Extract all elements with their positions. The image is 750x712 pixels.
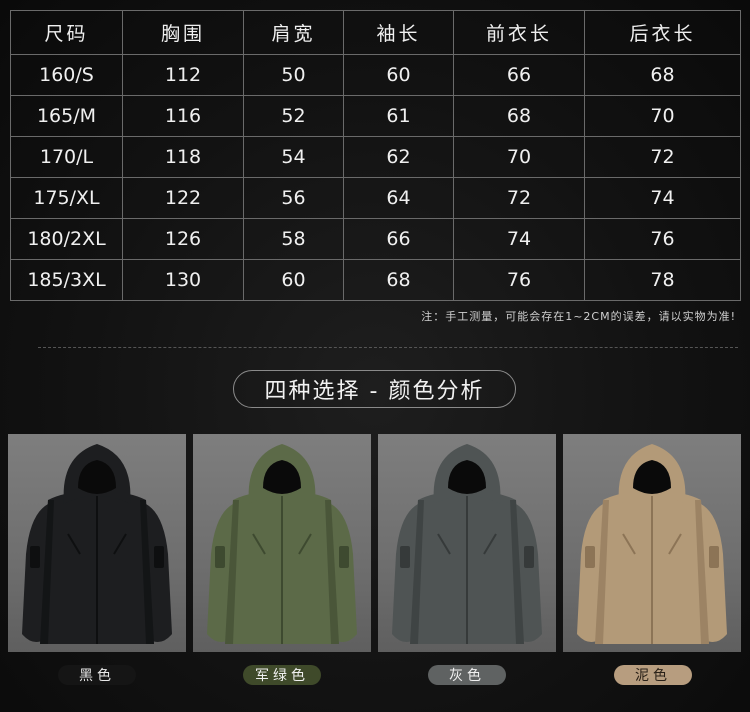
table-cell: 62 [343, 136, 454, 178]
color-label-army-green[interactable]: 军绿色 [243, 665, 321, 685]
table-cell: 180/2XL [10, 218, 123, 260]
table-cell: 126 [122, 218, 244, 260]
table-cell: 122 [122, 177, 244, 219]
table-cell: 72 [584, 136, 741, 178]
table-cell: 66 [453, 54, 585, 96]
table-cell: 54 [243, 136, 344, 178]
table-cell: 185/3XL [10, 259, 123, 301]
sleeve-pocket [30, 546, 40, 568]
table-cell: 50 [243, 54, 344, 96]
table-cell: 160/S [10, 54, 123, 96]
table-cell: 78 [584, 259, 741, 301]
header-front-length: 前衣长 [453, 10, 585, 55]
header-size: 尺码 [10, 10, 123, 55]
color-label-grey[interactable]: 灰色 [428, 665, 506, 685]
table-cell: 74 [453, 218, 585, 260]
jacket-illustration [22, 444, 172, 644]
sleeve-pocket [154, 546, 164, 568]
table-row: 160/S 112 50 60 66 68 [10, 54, 741, 96]
table-cell: 60 [343, 54, 454, 96]
header-chest: 胸围 [122, 10, 244, 55]
jacket-illustration [207, 444, 357, 644]
table-cell: 52 [243, 95, 344, 137]
table-cell: 66 [343, 218, 454, 260]
sleeve-pocket [339, 546, 349, 568]
table-cell: 112 [122, 54, 244, 96]
table-cell: 170/L [10, 136, 123, 178]
jacket-image-grey[interactable] [378, 434, 556, 652]
table-cell: 70 [584, 95, 741, 137]
table-cell: 60 [243, 259, 344, 301]
table-cell: 68 [584, 54, 741, 96]
jacket-image-army-green[interactable] [193, 434, 371, 652]
table-cell: 61 [343, 95, 454, 137]
table-row: 180/2XL 126 58 66 74 76 [10, 218, 741, 260]
size-chart-table: 尺码 胸围 肩宽 袖长 前衣长 后衣长 160/S 112 50 60 66 6… [10, 10, 741, 301]
measurement-note: 注：手工测量，可能会存在1~2CM的误差，请以实物为准! [421, 310, 736, 323]
sleeve-pocket [215, 546, 225, 568]
table-row: 175/XL 122 56 64 72 74 [10, 177, 741, 219]
table-cell: 70 [453, 136, 585, 178]
table-row: 185/3XL 130 60 68 76 78 [10, 259, 741, 301]
table-row: 170/L 118 54 62 70 72 [10, 136, 741, 178]
sleeve-pocket [400, 546, 410, 568]
color-label-mud[interactable]: 泥色 [614, 665, 692, 685]
sleeve-pocket [585, 546, 595, 568]
table-cell: 76 [584, 218, 741, 260]
table-cell: 58 [243, 218, 344, 260]
header-sleeve: 袖长 [343, 10, 454, 55]
jacket-image-mud[interactable] [563, 434, 741, 652]
table-cell: 72 [453, 177, 585, 219]
table-row: 165/M 116 52 61 68 70 [10, 95, 741, 137]
jacket-image-black[interactable] [8, 434, 186, 652]
table-cell: 76 [453, 259, 585, 301]
header-back-length: 后衣长 [584, 10, 741, 55]
table-cell: 64 [343, 177, 454, 219]
dashed-divider [38, 347, 738, 348]
sleeve-pocket [709, 546, 719, 568]
sleeve-pocket [524, 546, 534, 568]
table-cell: 175/XL [10, 177, 123, 219]
table-cell: 118 [122, 136, 244, 178]
table-cell: 68 [343, 259, 454, 301]
jacket-illustration [577, 444, 727, 644]
size-chart-header-row: 尺码 胸围 肩宽 袖长 前衣长 后衣长 [10, 10, 741, 55]
table-cell: 68 [453, 95, 585, 137]
table-cell: 56 [243, 177, 344, 219]
section-title: 四种选择 - 颜色分析 [233, 370, 516, 408]
table-cell: 116 [122, 95, 244, 137]
header-shoulder: 肩宽 [243, 10, 344, 55]
table-cell: 130 [122, 259, 244, 301]
jacket-illustration [392, 444, 542, 644]
color-label-black[interactable]: 黑色 [58, 665, 136, 685]
table-cell: 165/M [10, 95, 123, 137]
table-cell: 74 [584, 177, 741, 219]
